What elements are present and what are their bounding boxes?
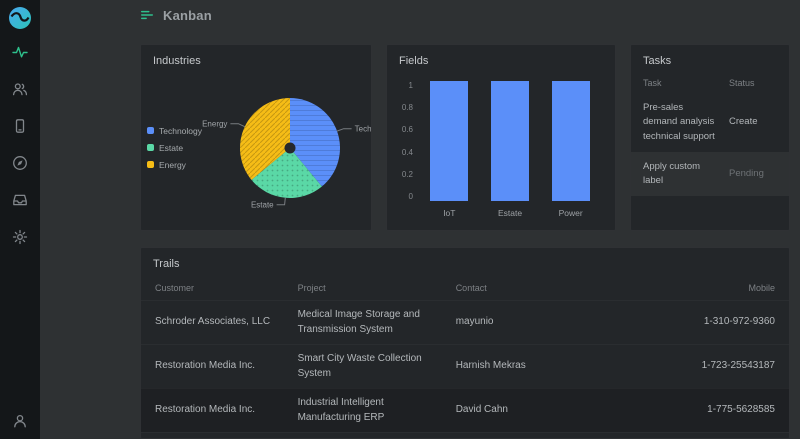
trail-row[interactable]: Ev1Shopping INC.Unmanned flying robotJam… (141, 432, 789, 438)
industries-card-title: Industries (153, 55, 201, 67)
trail-row[interactable]: Restoration Media Inc. Industrial Intelli… (141, 388, 789, 432)
bar-column: Estate (480, 81, 541, 230)
sidebar (0, 0, 40, 439)
y-tick-label: 0.6 (401, 125, 413, 135)
compass-icon[interactable] (12, 155, 28, 171)
task-row[interactable]: Pre-sales demand analysis technical supp… (631, 93, 789, 152)
bar-column: Power (540, 81, 601, 230)
trails-card-title: Trails (153, 258, 180, 270)
trails-col-project: Project (297, 283, 326, 293)
fields-card-title: Fields (399, 55, 429, 67)
trail-cell-contact: Harnish Mekras (455, 360, 526, 372)
task-row[interactable]: Apply custom label Pending (631, 151, 789, 197)
task-name: Apply custom label (643, 160, 701, 186)
trails-table-header: Customer Project Contact Mobile (141, 274, 789, 300)
bar-area (480, 81, 541, 201)
inbox-icon[interactable] (12, 192, 28, 208)
header: Kanban (40, 0, 800, 30)
legend-swatch (147, 127, 154, 134)
trails-col-customer: Customer (155, 283, 195, 293)
task-status: Create (729, 116, 758, 128)
y-tick-label: 0 (408, 191, 413, 201)
bar-column: IoT (419, 81, 480, 230)
task-name: Pre-sales demand analysis technical supp… (643, 102, 715, 142)
user-icon[interactable] (12, 413, 28, 429)
tasks-card: Tasks Task Status Pre-sales demand analy… (630, 44, 790, 231)
bar-y-axis: 1 0.8 0.6 0.4 0.2 0 (397, 81, 419, 201)
legend-label: Technology (159, 125, 203, 136)
x-tick-label: Power (558, 208, 583, 218)
bar-area (419, 81, 480, 201)
trails-col-contact: Contact (455, 283, 487, 293)
tasks-table-header: Task Status (631, 71, 789, 93)
trail-cell-mobile: 1-775-5628585 (707, 404, 775, 416)
pie-legend: Technology Estate Energy (147, 126, 211, 170)
trails-col-mobile: Mobile (748, 283, 775, 293)
bar-estate (491, 81, 529, 201)
fields-bar-chart: 1 0.8 0.6 0.4 0.2 0 IoT Estate Power (387, 71, 615, 230)
industries-pie-svg: Techno... Estate Energy (202, 97, 372, 209)
trail-cell-mobile: 1-723-25543187 (701, 360, 775, 372)
fields-card: Fields 1 0.8 0.6 0.4 0.2 0 IoT Estate Power (386, 44, 616, 231)
legend-item-estate[interactable]: Estate (147, 143, 211, 153)
trails-card: Trails Customer Project Contact Mobile S… (140, 247, 790, 439)
page-title: Kanban (163, 7, 212, 23)
bar-area (540, 81, 601, 201)
trail-cell-customer: Schroder Associates, LLC (155, 316, 271, 328)
pie-wrap: Techno... Estate Energy (202, 75, 372, 221)
app-logo[interactable] (8, 6, 32, 30)
users-icon[interactable] (12, 81, 28, 97)
y-tick-label: 0.2 (401, 169, 413, 179)
trail-row[interactable]: Restoration Media Inc. Smart City Waste C… (141, 344, 789, 388)
top-row: Industries Technology Estate Energy Techno… (140, 44, 790, 231)
settings-icon[interactable] (12, 229, 28, 245)
legend-item-energy[interactable]: Energy (147, 160, 211, 170)
trail-cell-project: Smart City Waste Collection System (297, 353, 422, 379)
y-tick-label: 1 (408, 81, 413, 90)
tasks-col-status: Status (729, 78, 755, 88)
tasks-rows: Pre-sales demand analysis technical supp… (631, 93, 789, 197)
legend-label: Energy (159, 159, 186, 170)
content: Industries Technology Estate Energy Techno… (40, 30, 800, 439)
pie-callout-label: Techno... (355, 124, 372, 133)
trail-cell-mobile: 1-310-972-9360 (703, 316, 775, 328)
kanban-menu-icon[interactable] (140, 8, 154, 22)
bar-plot: IoT Estate Power (419, 81, 601, 230)
trail-cell-contact: mayunio (455, 316, 494, 328)
x-tick-label: Estate (497, 208, 523, 218)
y-tick-label: 0.8 (401, 103, 413, 113)
tasks-card-title: Tasks (643, 55, 672, 67)
trail-cell-project: Industrial Intelligent Manufacturing ERP (297, 397, 385, 423)
bar-power (551, 81, 590, 201)
bar-iot (430, 81, 469, 201)
x-tick-label: IoT (443, 208, 456, 218)
activity-icon[interactable] (12, 44, 28, 60)
pie-callout-label: Estate (251, 200, 274, 209)
trail-cell-customer: Restoration Media Inc. (155, 360, 256, 372)
legend-swatch (147, 144, 154, 151)
industries-card: Industries Technology Estate Energy Techno… (140, 44, 372, 231)
main-area: Kanban Industries Technology Estate Energy… (40, 0, 800, 439)
trail-cell-project: Medical Image Storage and Transmission S… (297, 309, 420, 335)
tasks-col-task: Task (643, 78, 662, 88)
industries-pie-chart: Technology Estate Energy Techno... Estate En… (141, 71, 371, 230)
y-tick-label: 0.4 (401, 147, 413, 157)
trail-cell-contact: David Cahn (455, 404, 508, 416)
trail-row[interactable]: Schroder Associates, LLC Medical Image St… (141, 300, 789, 344)
device-icon[interactable] (12, 118, 28, 134)
legend-label: Estate (159, 142, 184, 153)
trail-cell-customer: Restoration Media Inc. (155, 404, 256, 416)
pie-callout-label: Energy (202, 119, 227, 128)
trails-rows: Schroder Associates, LLC Medical Image St… (141, 300, 789, 438)
sidebar-nav (12, 44, 28, 245)
legend-swatch (147, 161, 154, 168)
task-status: Pending (729, 167, 764, 179)
